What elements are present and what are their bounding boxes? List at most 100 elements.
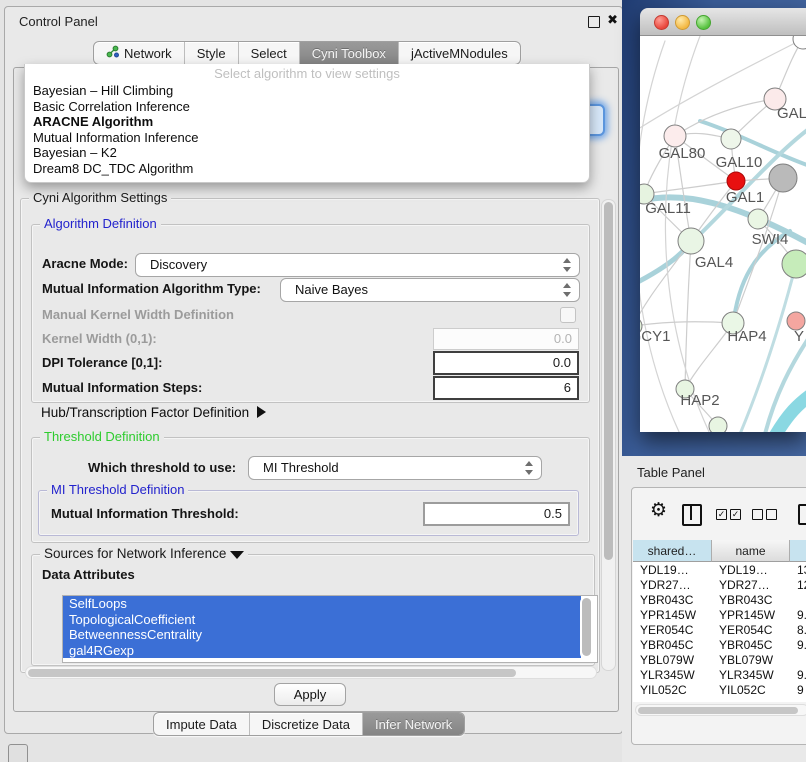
tab-infer-network[interactable]: Infer Network bbox=[363, 713, 464, 735]
data-attributes-label: Data Attributes bbox=[42, 567, 135, 582]
table-cell: YPR145W bbox=[712, 608, 790, 623]
node-label: GAL10 bbox=[716, 154, 763, 171]
combobox-arrows-icon bbox=[563, 283, 571, 297]
table-row[interactable]: YER054CYER054C8. bbox=[633, 623, 806, 638]
manual-kernel-label: Manual Kernel Width Definition bbox=[42, 307, 234, 322]
mi-type-combobox[interactable]: Naive Bayes bbox=[280, 278, 580, 302]
table-cell: YLR345W bbox=[712, 668, 790, 683]
mi-steps-field[interactable]: 6 bbox=[433, 376, 579, 400]
network-canvas[interactable]: GALGAL80GAL10GAL1GAL11SWI4GAL4GCY1HAP4YH… bbox=[640, 36, 806, 432]
select-all-checkbox-icon[interactable]: ✓ bbox=[730, 509, 741, 520]
network-node-gal4[interactable] bbox=[678, 228, 704, 254]
network-node[interactable] bbox=[793, 36, 806, 49]
combobox-arrows-icon bbox=[525, 461, 533, 475]
split-columns-icon[interactable] bbox=[682, 504, 702, 526]
node-table: shared… name A YDL19…YDL19…13YDR27…YDR27… bbox=[633, 540, 806, 702]
table-cell bbox=[790, 653, 806, 668]
tab-discretize-data[interactable]: Discretize Data bbox=[250, 713, 363, 735]
attribute-item[interactable]: TopologicalCoefficient bbox=[63, 612, 581, 628]
hub-definition-expander[interactable]: Hub/Transcription Factor Definition bbox=[41, 405, 266, 420]
network-edge[interactable] bbox=[644, 181, 736, 194]
network-edge[interactable] bbox=[685, 241, 691, 389]
zoom-traffic-light[interactable] bbox=[696, 15, 711, 30]
table-row[interactable]: YDL19…YDL19…13 bbox=[633, 563, 806, 578]
kernel-width-label: Kernel Width (0,1): bbox=[42, 331, 157, 346]
network-node[interactable] bbox=[782, 250, 806, 278]
control-panel-tabbar: Network Style Select Cyni Toolbox jActiv… bbox=[93, 41, 521, 65]
table-row[interactable]: YBR043CYBR043C bbox=[633, 593, 806, 608]
network-edge[interactable] bbox=[685, 323, 733, 389]
table-cell: YDL19… bbox=[712, 563, 790, 578]
attribute-item[interactable]: BetweennessCentrality bbox=[63, 627, 581, 643]
deselect-all-checkbox-icon[interactable] bbox=[752, 509, 763, 520]
network-edge[interactable] bbox=[640, 41, 680, 432]
column-header-shared-name[interactable]: shared… bbox=[633, 540, 712, 562]
manual-kernel-checkbox[interactable] bbox=[560, 307, 576, 323]
mi-type-label: Mutual Information Algorithm Type: bbox=[42, 281, 261, 296]
algorithm-option[interactable]: Dream8 DC_TDC Algorithm bbox=[25, 161, 589, 177]
table-cell: YER054C bbox=[633, 623, 712, 638]
column-header-name[interactable]: name bbox=[712, 540, 790, 562]
column-header-cut[interactable]: A bbox=[790, 540, 806, 562]
network-node[interactable] bbox=[769, 164, 797, 192]
select-all-checkbox-icon[interactable]: ✓ bbox=[716, 509, 727, 520]
table-row[interactable]: YPR145WYPR145W9. bbox=[633, 608, 806, 623]
file-icon[interactable] bbox=[798, 504, 806, 525]
table-row[interactable]: YDR27…YDR27…12 bbox=[633, 578, 806, 593]
algorithm-option[interactable]: Mutual Information Inference bbox=[25, 130, 589, 146]
close-traffic-light[interactable] bbox=[654, 15, 669, 30]
table-cell: 9 bbox=[790, 683, 806, 698]
which-threshold-combobox[interactable]: MI Threshold bbox=[248, 456, 542, 480]
attributes-scrollbar[interactable] bbox=[580, 596, 594, 660]
table-cell: YIL052C bbox=[633, 683, 712, 698]
table-hscrollbar[interactable] bbox=[635, 704, 806, 716]
attribute-item[interactable]: gal4RGexp bbox=[63, 643, 581, 659]
table-cell: YBL079W bbox=[633, 653, 712, 668]
attribute-item[interactable]: SelfLoops bbox=[63, 596, 581, 612]
algorithm-option-selected[interactable]: ARACNE Algorithm bbox=[25, 114, 589, 130]
algorithm-option[interactable]: Basic Correlation Inference bbox=[25, 99, 589, 115]
table-panel-title: Table Panel bbox=[637, 465, 705, 480]
aracne-mode-combobox[interactable]: Discovery bbox=[135, 253, 580, 277]
tab-select[interactable]: Select bbox=[239, 42, 300, 64]
network-node-gal10[interactable] bbox=[721, 129, 741, 149]
settings-vscrollbar[interactable] bbox=[601, 199, 616, 671]
network-view-window[interactable]: GALGAL80GAL10GAL1GAL11SWI4GAL4GCY1HAP4YH… bbox=[640, 8, 806, 432]
gear-icon[interactable]: ⚙ bbox=[650, 501, 667, 520]
dpi-tolerance-field[interactable]: 0.0 bbox=[433, 351, 579, 375]
tab-cyni-toolbox[interactable]: Cyni Toolbox bbox=[300, 42, 399, 64]
apply-button[interactable]: Apply bbox=[274, 683, 346, 706]
table-row[interactable]: YBR045CYBR045C9. bbox=[633, 638, 806, 653]
network-node[interactable] bbox=[709, 417, 727, 432]
network-edge[interactable] bbox=[740, 264, 796, 432]
table-row[interactable]: YIL052CYIL052C9 bbox=[633, 683, 806, 698]
settings-hscrollbar[interactable] bbox=[25, 666, 597, 679]
tab-style[interactable]: Style bbox=[185, 42, 239, 64]
kernel-width-field[interactable]: 0.0 bbox=[433, 328, 579, 350]
deselect-all-checkbox-icon[interactable] bbox=[766, 509, 777, 520]
table-cell: 9. bbox=[790, 608, 806, 623]
tab-jactivemnodules[interactable]: jActiveMNodules bbox=[399, 42, 520, 64]
sources-title[interactable]: Sources for Network Inference bbox=[40, 546, 248, 561]
data-attributes-list[interactable]: SelfLoopsTopologicalCoefficientBetweenne… bbox=[62, 595, 598, 663]
tab-impute-data[interactable]: Impute Data bbox=[154, 713, 250, 735]
close-icon[interactable]: ✖ bbox=[607, 12, 618, 28]
algorithm-option[interactable]: Bayesian – Hill Climbing bbox=[25, 83, 589, 99]
network-edge[interactable] bbox=[775, 394, 806, 432]
table-row[interactable]: YLR345WYLR345W9. bbox=[633, 668, 806, 683]
network-node-gal1[interactable] bbox=[727, 172, 745, 190]
mi-threshold-field[interactable]: 0.5 bbox=[423, 502, 570, 526]
network-window-titlebar[interactable] bbox=[640, 8, 806, 36]
network-node-swi4[interactable] bbox=[748, 209, 768, 229]
table-cell: YBR043C bbox=[633, 593, 712, 608]
tab-network[interactable]: Network bbox=[94, 42, 185, 64]
minimize-traffic-light[interactable] bbox=[675, 15, 690, 30]
network-node-gal80[interactable] bbox=[664, 125, 686, 147]
docked-panel-icon[interactable] bbox=[8, 744, 28, 762]
float-window-icon[interactable] bbox=[588, 16, 600, 28]
tab-network-label: Network bbox=[124, 46, 172, 61]
table-cell: YBR043C bbox=[712, 593, 790, 608]
screen: Control Panel ✖ Network Style Select Cyn… bbox=[0, 0, 806, 762]
algorithm-option[interactable]: Bayesian – K2 bbox=[25, 145, 589, 161]
table-row[interactable]: YBL079WYBL079W bbox=[633, 653, 806, 668]
